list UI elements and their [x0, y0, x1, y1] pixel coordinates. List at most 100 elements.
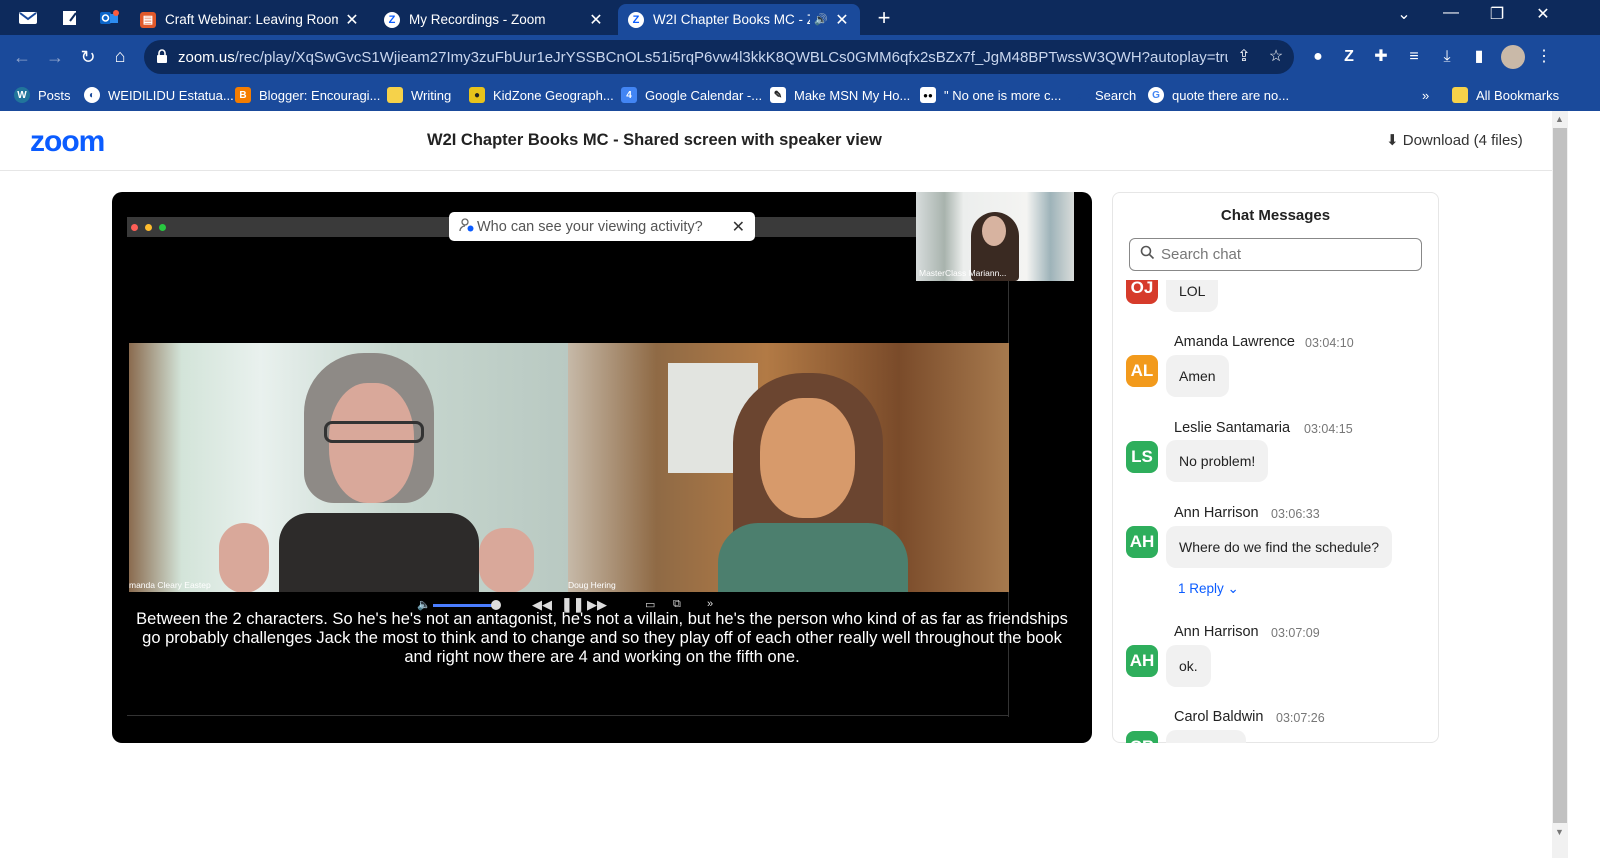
outlook-pinned-tab[interactable]	[97, 6, 121, 30]
url-path: /rec/play/XqSwGvcS1Wjieam27Imy3zuFbUur1e…	[234, 49, 1228, 66]
bookmark-weidilidu[interactable]: ◐ WEIDILIDU Estatua...	[84, 84, 234, 106]
profile-avatar[interactable]	[1501, 45, 1525, 69]
participant-video-left: manda Cleary Eastep	[129, 343, 568, 592]
green-dot-icon	[159, 224, 166, 231]
bookmark-quote[interactable]: ●● " No one is more c...	[920, 84, 1061, 106]
extension-puzzle-icon[interactable]: ●	[1307, 46, 1329, 68]
shared-window-border	[127, 715, 1009, 716]
side-panel-icon[interactable]: ▮	[1468, 46, 1490, 68]
download-arrow-icon: ⬇	[1386, 132, 1403, 149]
msn-icon: ✎	[770, 87, 786, 103]
media-queue-icon[interactable]: ≡	[1403, 46, 1425, 68]
message-bubble: Where do we find the schedule?	[1166, 526, 1393, 568]
more-bookmarks-button[interactable]: »	[1422, 84, 1429, 106]
message-time: 03:06:33	[1271, 507, 1320, 521]
wordpress-icon: W	[14, 87, 30, 103]
mail-icon	[19, 12, 37, 24]
bookmark-writing[interactable]: Writing	[387, 84, 451, 106]
download-icon[interactable]: ⤓	[1436, 46, 1458, 68]
share-icon[interactable]: ⇪	[1233, 46, 1255, 68]
tab-my-recordings[interactable]: Z My Recordings - Zoom ✕	[374, 4, 614, 35]
tab-close-icon[interactable]: ✕	[834, 10, 850, 30]
scroll-up-icon[interactable]: ▲	[1555, 114, 1564, 124]
bookmark-msn[interactable]: ✎ Make MSN My Ho...	[770, 84, 910, 106]
message-bubble	[1166, 730, 1246, 743]
tab-craft-webinar[interactable]: ▤ Craft Webinar: Leaving Room for ✕	[130, 4, 370, 35]
tab-search-button[interactable]: ⌄	[1381, 4, 1427, 24]
speaker-audio-icon[interactable]: 🔊	[814, 13, 828, 26]
tab-w2i-chapter-books[interactable]: Z W2I Chapter Books MC - Zoo 🔊 ✕	[618, 4, 860, 35]
url-text[interactable]: zoom.us/rec/play/XqSwGvcS1Wjieam27Imy3zu…	[178, 49, 1228, 66]
home-icon[interactable]: ⌂	[108, 44, 132, 68]
tab-close-icon[interactable]: ✕	[588, 10, 604, 30]
reload-icon[interactable]: ↻	[76, 45, 100, 69]
extensions-icon[interactable]: ✚	[1370, 46, 1392, 68]
search-chat-input[interactable]: Search chat	[1129, 238, 1422, 271]
avatar: CB	[1126, 731, 1158, 743]
message-sender: Carol Baldwin	[1174, 709, 1264, 725]
scroll-down-icon[interactable]: ▼	[1555, 827, 1564, 837]
bookmark-blogger[interactable]: B Blogger: Encouragi...	[235, 84, 380, 106]
bookmark-label: " No one is more c...	[944, 87, 1062, 103]
avatar: AL	[1126, 355, 1158, 387]
tab-title: My Recordings - Zoom	[409, 12, 546, 27]
new-tab-button[interactable]: +	[872, 5, 896, 31]
menu-dots-icon[interactable]: ⋮	[1533, 46, 1555, 68]
bookmark-label: All Bookmarks	[1476, 87, 1560, 103]
zoom-extension-icon[interactable]: Z	[1338, 46, 1360, 68]
bookmark-google-calendar[interactable]: 4 Google Calendar -...	[621, 84, 762, 106]
lock-icon[interactable]	[156, 48, 168, 64]
message-sender: Amanda Lawrence	[1174, 334, 1295, 350]
restore-button[interactable]: ❐	[1474, 4, 1520, 24]
gmail-pinned-tab[interactable]	[16, 6, 40, 30]
zoom-logo[interactable]: zoom	[30, 125, 105, 159]
bookmark-quote-google[interactable]: Gquote there are no...	[1148, 84, 1289, 106]
bookmark-label: quote there are no...	[1172, 87, 1290, 103]
notes-pinned-tab[interactable]	[58, 6, 82, 30]
volume-handle[interactable]	[491, 600, 501, 610]
calendar-icon: 4	[621, 87, 637, 103]
message-time: 03:07:09	[1271, 626, 1320, 640]
bookmark-label: Writing	[411, 87, 452, 103]
fullscreen-icon[interactable]: »	[707, 598, 713, 610]
volume-slider[interactable]	[433, 604, 495, 607]
red-dot-icon	[131, 224, 138, 231]
all-bookmarks-button[interactable]: All Bookmarks	[1452, 84, 1559, 106]
message-time: 03:04:15	[1304, 422, 1353, 436]
avatar: AH	[1126, 526, 1158, 558]
globe-icon: ◐	[84, 87, 100, 103]
search-placeholder: Search chat	[1161, 246, 1242, 263]
tab-close-icon[interactable]: ✕	[344, 10, 360, 30]
folder-icon	[387, 87, 403, 103]
message-sender: Leslie Santamaria	[1174, 420, 1291, 436]
forward-arrow-icon[interactable]: →	[43, 45, 67, 69]
search-icon	[1140, 245, 1155, 264]
download-button[interactable]: ⬇ Download (4 files)	[1386, 131, 1523, 149]
bookmark-label: Make MSN My Ho...	[794, 87, 911, 103]
message-sender: Ann Harrison	[1174, 505, 1259, 521]
bookmark-label: KidZone Geograph...	[493, 87, 614, 103]
bookmark-kidzone[interactable]: ● KidZone Geograph...	[469, 84, 614, 106]
bookmark-search[interactable]: ⌕ Search	[1071, 84, 1136, 106]
bookmark-posts[interactable]: W Posts	[14, 84, 71, 106]
bookmark-label: Google Calendar -...	[645, 87, 763, 103]
minimize-button[interactable]: —	[1428, 4, 1474, 22]
chat-messages-list[interactable]: OJ LOL Amanda Lawrence 03:04:10 AL Amen …	[1113, 280, 1438, 743]
search-icon: ⌕	[1075, 86, 1083, 103]
back-arrow-icon[interactable]: ←	[10, 45, 34, 69]
close-window-button[interactable]: ✕	[1520, 4, 1566, 24]
viewing-activity-notice[interactable]: Who can see your viewing activity? ✕	[449, 212, 755, 241]
close-icon[interactable]: ✕	[732, 217, 745, 237]
outlook-icon	[100, 10, 119, 24]
bookmark-label: Posts	[38, 87, 71, 103]
reply-link[interactable]: 1 Reply ⌄	[1178, 581, 1239, 597]
url-domain: zoom.us	[178, 49, 235, 66]
participant-video-right: Doug Hering	[568, 343, 1009, 592]
message-sender: Ann Harrison	[1174, 624, 1259, 640]
scrollbar-thumb[interactable]	[1553, 128, 1567, 823]
bookmark-star-icon[interactable]: ☆	[1265, 46, 1287, 68]
participant-name-right: Doug Hering	[568, 580, 616, 590]
bookmark-label: Blogger: Encouragi...	[259, 87, 381, 103]
zoom-favicon-icon: Z	[628, 11, 644, 28]
chevrons-icon: »	[1422, 87, 1430, 103]
